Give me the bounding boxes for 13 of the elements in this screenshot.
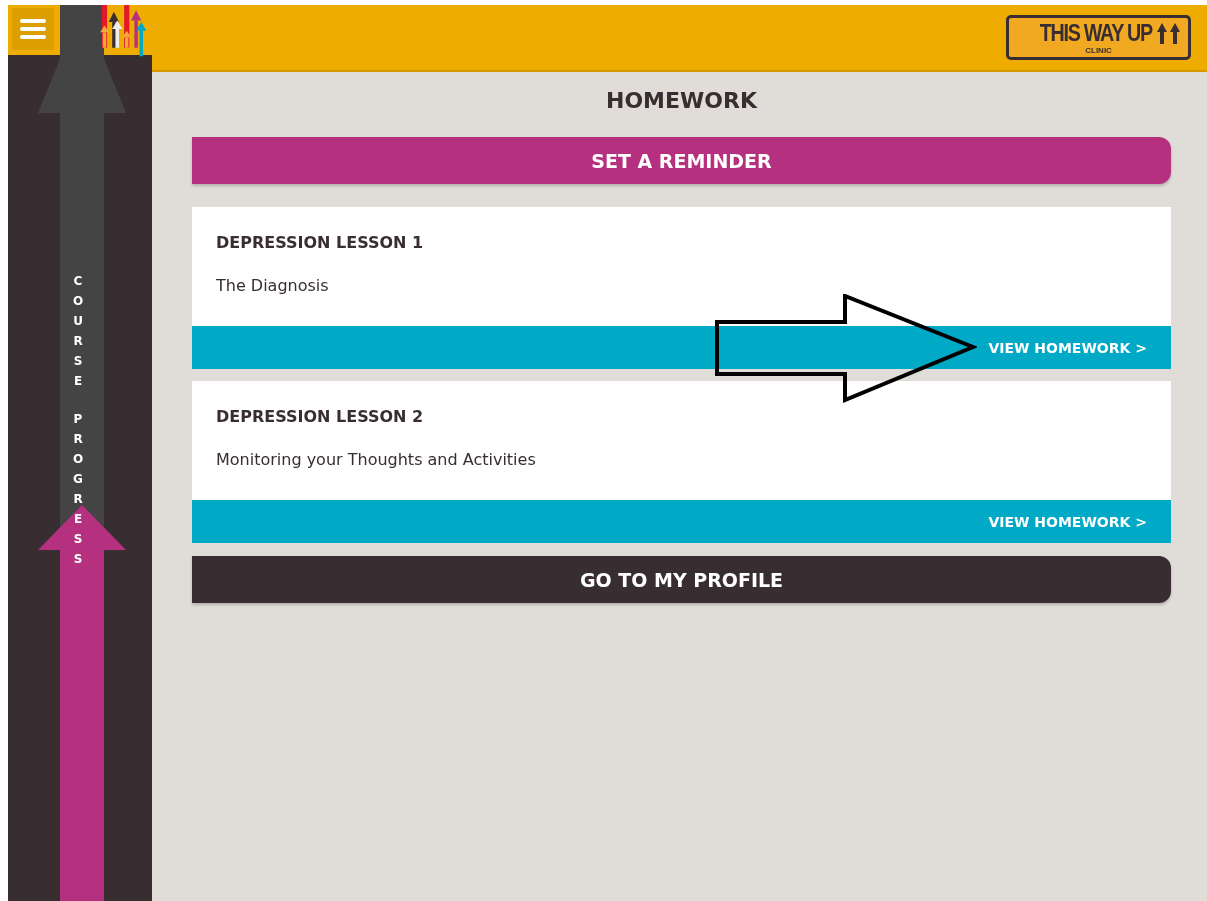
lesson-title: DEPRESSION LESSON 1 (215, 232, 425, 252)
menu-icon (19, 17, 47, 41)
lesson-subtitle: Monitoring your Thoughts and Activities (215, 449, 537, 471)
lesson-title: DEPRESSION LESSON 2 (215, 406, 425, 426)
progress-label: COURSE PROGRESS (72, 273, 84, 568)
logo-subtitle: CLINIC (1085, 46, 1112, 55)
menu-button[interactable] (12, 8, 54, 50)
profile-button[interactable]: GO TO MY PROFILE (192, 556, 1171, 603)
page-title: HOMEWORK (605, 88, 759, 113)
up-arrows-icon (1156, 22, 1182, 44)
logo-title: THIS WAY UP (1039, 20, 1152, 46)
lesson-subtitle: The Diagnosis (215, 275, 330, 297)
reminder-button[interactable]: SET A REMINDER (192, 137, 1171, 184)
